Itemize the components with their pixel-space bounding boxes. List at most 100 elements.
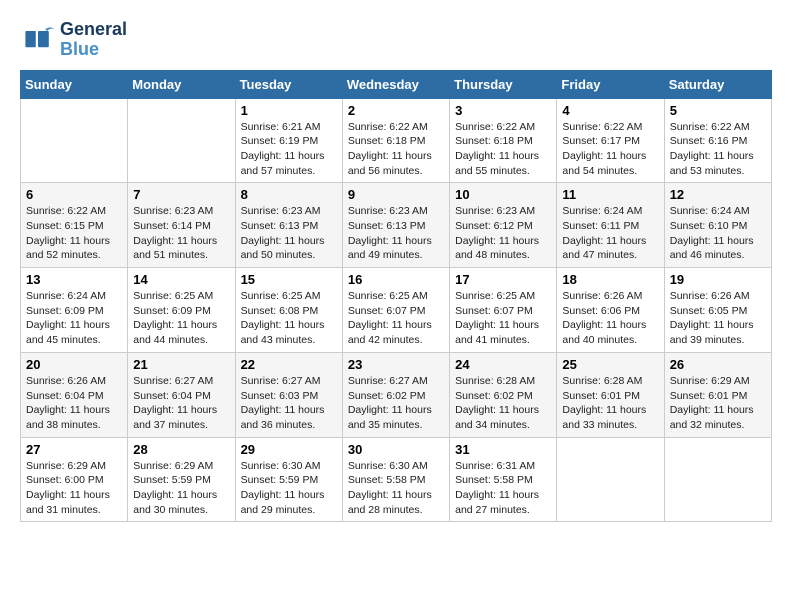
- calendar-cell: [557, 437, 664, 522]
- day-info: Sunrise: 6:22 AMSunset: 6:17 PMDaylight:…: [562, 120, 658, 179]
- calendar-cell: [21, 98, 128, 183]
- day-info: Sunrise: 6:26 AMSunset: 6:05 PMDaylight:…: [670, 289, 766, 348]
- day-number: 14: [133, 272, 229, 287]
- page-header: General Blue: [20, 20, 772, 60]
- day-info: Sunrise: 6:22 AMSunset: 6:18 PMDaylight:…: [455, 120, 551, 179]
- day-number: 13: [26, 272, 122, 287]
- calendar-cell: [664, 437, 771, 522]
- day-info: Sunrise: 6:24 AMSunset: 6:10 PMDaylight:…: [670, 204, 766, 263]
- day-number: 17: [455, 272, 551, 287]
- day-info: Sunrise: 6:27 AMSunset: 6:02 PMDaylight:…: [348, 374, 444, 433]
- calendar-cell: 27 Sunrise: 6:29 AMSunset: 6:00 PMDayligh…: [21, 437, 128, 522]
- calendar-cell: 6 Sunrise: 6:22 AMSunset: 6:15 PMDaylight…: [21, 183, 128, 268]
- calendar-cell: 3 Sunrise: 6:22 AMSunset: 6:18 PMDaylight…: [450, 98, 557, 183]
- calendar-header-row: SundayMondayTuesdayWednesdayThursdayFrid…: [21, 70, 772, 98]
- day-number: 18: [562, 272, 658, 287]
- calendar-cell: 20Sunrise: 6:26 AMSunset: 6:04 PMDayligh…: [21, 352, 128, 437]
- day-info: Sunrise: 6:22 AMSunset: 6:15 PMDaylight:…: [26, 204, 122, 263]
- day-info: Sunrise: 6:29 AMSunset: 6:00 PMDaylight:…: [26, 459, 122, 518]
- weekday-header-thursday: Thursday: [450, 70, 557, 98]
- day-info: Sunrise: 6:31 AMSunset: 5:58 PMDaylight:…: [455, 459, 551, 518]
- calendar-week-1: 1 Sunrise: 6:21 AMSunset: 6:19 PMDaylight…: [21, 98, 772, 183]
- calendar-week-3: 13Sunrise: 6:24 AMSunset: 6:09 PMDayligh…: [21, 268, 772, 353]
- day-info: Sunrise: 6:26 AMSunset: 6:06 PMDaylight:…: [562, 289, 658, 348]
- day-info: Sunrise: 6:27 AMSunset: 6:04 PMDaylight:…: [133, 374, 229, 433]
- day-number: 12: [670, 187, 766, 202]
- day-number: 28: [133, 442, 229, 457]
- calendar-cell: 28 Sunrise: 6:29 AMSunset: 5:59 PMDayligh…: [128, 437, 235, 522]
- calendar-cell: 17 Sunrise: 6:25 AMSunset: 6:07 PMDayligh…: [450, 268, 557, 353]
- day-number: 15: [241, 272, 337, 287]
- calendar-cell: 18 Sunrise: 6:26 AMSunset: 6:06 PMDayligh…: [557, 268, 664, 353]
- day-info: Sunrise: 6:25 AMSunset: 6:07 PMDaylight:…: [348, 289, 444, 348]
- day-number: 11: [562, 187, 658, 202]
- logo-text: General Blue: [60, 20, 127, 60]
- calendar-cell: 30 Sunrise: 6:30 AMSunset: 5:58 PMDayligh…: [342, 437, 449, 522]
- day-number: 26: [670, 357, 766, 372]
- day-number: 20: [26, 357, 122, 372]
- day-info: Sunrise: 6:23 AMSunset: 6:14 PMDaylight:…: [133, 204, 229, 263]
- day-number: 6: [26, 187, 122, 202]
- calendar-cell: [128, 98, 235, 183]
- calendar-cell: 12 Sunrise: 6:24 AMSunset: 6:10 PMDayligh…: [664, 183, 771, 268]
- weekday-header-wednesday: Wednesday: [342, 70, 449, 98]
- day-info: Sunrise: 6:30 AMSunset: 5:59 PMDaylight:…: [241, 459, 337, 518]
- day-info: Sunrise: 6:22 AMSunset: 6:18 PMDaylight:…: [348, 120, 444, 179]
- calendar-cell: 23Sunrise: 6:27 AMSunset: 6:02 PMDayligh…: [342, 352, 449, 437]
- day-info: Sunrise: 6:27 AMSunset: 6:03 PMDaylight:…: [241, 374, 337, 433]
- calendar-cell: 10Sunrise: 6:23 AMSunset: 6:12 PMDayligh…: [450, 183, 557, 268]
- calendar-week-5: 27 Sunrise: 6:29 AMSunset: 6:00 PMDayligh…: [21, 437, 772, 522]
- calendar-cell: 21 Sunrise: 6:27 AMSunset: 6:04 PMDayligh…: [128, 352, 235, 437]
- day-number: 22: [241, 357, 337, 372]
- day-number: 9: [348, 187, 444, 202]
- day-number: 4: [562, 103, 658, 118]
- calendar: SundayMondayTuesdayWednesdayThursdayFrid…: [20, 70, 772, 523]
- day-number: 2: [348, 103, 444, 118]
- calendar-cell: 1 Sunrise: 6:21 AMSunset: 6:19 PMDaylight…: [235, 98, 342, 183]
- day-info: Sunrise: 6:28 AMSunset: 6:01 PMDaylight:…: [562, 374, 658, 433]
- day-number: 29: [241, 442, 337, 457]
- day-number: 5: [670, 103, 766, 118]
- day-info: Sunrise: 6:21 AMSunset: 6:19 PMDaylight:…: [241, 120, 337, 179]
- calendar-cell: 9 Sunrise: 6:23 AMSunset: 6:13 PMDaylight…: [342, 183, 449, 268]
- calendar-cell: 7 Sunrise: 6:23 AMSunset: 6:14 PMDaylight…: [128, 183, 235, 268]
- day-info: Sunrise: 6:25 AMSunset: 6:09 PMDaylight:…: [133, 289, 229, 348]
- day-number: 8: [241, 187, 337, 202]
- calendar-cell: 2 Sunrise: 6:22 AMSunset: 6:18 PMDaylight…: [342, 98, 449, 183]
- day-info: Sunrise: 6:28 AMSunset: 6:02 PMDaylight:…: [455, 374, 551, 433]
- day-number: 7: [133, 187, 229, 202]
- day-info: Sunrise: 6:23 AMSunset: 6:13 PMDaylight:…: [241, 204, 337, 263]
- day-number: 24: [455, 357, 551, 372]
- day-info: Sunrise: 6:24 AMSunset: 6:11 PMDaylight:…: [562, 204, 658, 263]
- weekday-header-friday: Friday: [557, 70, 664, 98]
- day-number: 30: [348, 442, 444, 457]
- day-info: Sunrise: 6:29 AMSunset: 5:59 PMDaylight:…: [133, 459, 229, 518]
- day-info: Sunrise: 6:25 AMSunset: 6:07 PMDaylight:…: [455, 289, 551, 348]
- calendar-cell: 24 Sunrise: 6:28 AMSunset: 6:02 PMDayligh…: [450, 352, 557, 437]
- calendar-cell: 25 Sunrise: 6:28 AMSunset: 6:01 PMDayligh…: [557, 352, 664, 437]
- calendar-cell: 19Sunrise: 6:26 AMSunset: 6:05 PMDayligh…: [664, 268, 771, 353]
- day-number: 25: [562, 357, 658, 372]
- calendar-cell: 13Sunrise: 6:24 AMSunset: 6:09 PMDayligh…: [21, 268, 128, 353]
- weekday-header-saturday: Saturday: [664, 70, 771, 98]
- calendar-cell: 14 Sunrise: 6:25 AMSunset: 6:09 PMDayligh…: [128, 268, 235, 353]
- day-info: Sunrise: 6:25 AMSunset: 6:08 PMDaylight:…: [241, 289, 337, 348]
- day-number: 16: [348, 272, 444, 287]
- day-number: 31: [455, 442, 551, 457]
- day-number: 27: [26, 442, 122, 457]
- calendar-cell: 16 Sunrise: 6:25 AMSunset: 6:07 PMDayligh…: [342, 268, 449, 353]
- logo-icon: [20, 22, 56, 58]
- day-number: 3: [455, 103, 551, 118]
- calendar-cell: 15 Sunrise: 6:25 AMSunset: 6:08 PMDayligh…: [235, 268, 342, 353]
- day-info: Sunrise: 6:30 AMSunset: 5:58 PMDaylight:…: [348, 459, 444, 518]
- day-info: Sunrise: 6:23 AMSunset: 6:13 PMDaylight:…: [348, 204, 444, 263]
- calendar-week-4: 20Sunrise: 6:26 AMSunset: 6:04 PMDayligh…: [21, 352, 772, 437]
- calendar-cell: 31 Sunrise: 6:31 AMSunset: 5:58 PMDayligh…: [450, 437, 557, 522]
- day-number: 21: [133, 357, 229, 372]
- logo: General Blue: [20, 20, 127, 60]
- day-number: 10: [455, 187, 551, 202]
- day-info: Sunrise: 6:29 AMSunset: 6:01 PMDaylight:…: [670, 374, 766, 433]
- day-info: Sunrise: 6:22 AMSunset: 6:16 PMDaylight:…: [670, 120, 766, 179]
- calendar-cell: 4 Sunrise: 6:22 AMSunset: 6:17 PMDaylight…: [557, 98, 664, 183]
- day-number: 1: [241, 103, 337, 118]
